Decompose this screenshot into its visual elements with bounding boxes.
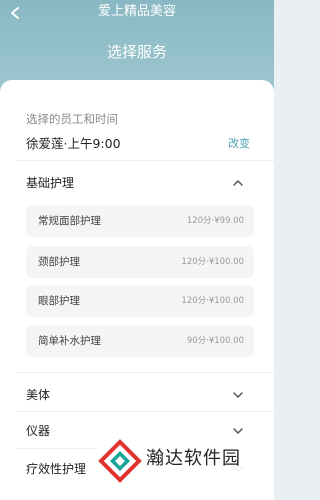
service-price: 90分·¥100.00 <box>186 336 244 346</box>
chevron-up-icon <box>233 180 243 186</box>
divider <box>16 372 274 373</box>
employee-time-label: 选择的员工和时间 <box>26 112 118 126</box>
service-item[interactable]: 常规面部护理 120分·¥99.00 <box>26 205 254 237</box>
service-item[interactable]: 颈部护理 120分·¥100.00 <box>26 246 254 278</box>
section-label: 仪器 <box>26 424 51 438</box>
service-name: 常规面部护理 <box>38 215 101 227</box>
service-price: 120分·¥99.00 <box>186 216 244 226</box>
employee-time-value: 徐爱莲·上午9:00 <box>26 136 121 151</box>
service-price: 120分·¥100.00 <box>181 257 244 267</box>
service-item[interactable]: 简单补水护理 90分·¥100.00 <box>26 325 254 357</box>
service-item[interactable]: 眼部护理 120分·¥100.00 <box>26 285 254 317</box>
chevron-down-icon <box>233 428 243 434</box>
watermark-text: 瀚达软件园 <box>146 448 241 469</box>
section-basic-care[interactable]: 基础护理 <box>0 170 274 196</box>
service-name: 简单补水护理 <box>38 335 101 347</box>
section-body-care[interactable]: 美体 <box>0 382 274 408</box>
chevron-down-icon <box>233 392 243 398</box>
change-button[interactable]: 改变 <box>228 136 250 151</box>
app-title: 爱上精品美容 <box>97 4 176 19</box>
handa-logo-icon <box>98 439 142 483</box>
section-label: 美体 <box>26 388 51 402</box>
service-price: 120分·¥100.00 <box>181 296 244 306</box>
divider <box>16 160 274 161</box>
divider <box>16 411 274 412</box>
section-label: 疗效性护理 <box>26 462 87 476</box>
service-name: 眼部护理 <box>38 295 80 307</box>
section-label: 基础护理 <box>26 176 75 190</box>
service-selection-card: 选择的员工和时间 徐爱莲·上午9:00 改变 基础护理 常规面部护理 120分·… <box>0 80 274 500</box>
service-name: 颈部护理 <box>38 256 80 268</box>
page-title: 选择服务 <box>106 43 167 61</box>
watermark: 瀚达软件园 <box>96 438 274 486</box>
